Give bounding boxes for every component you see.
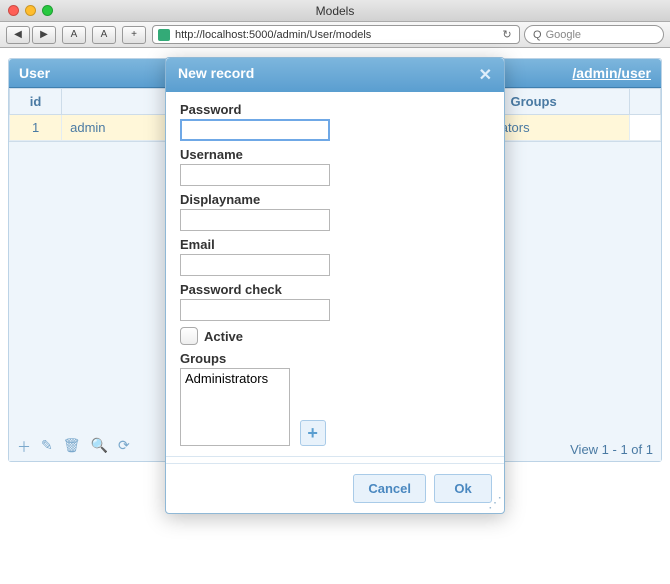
window-title: Models: [8, 4, 662, 18]
reload-icon[interactable]: ↻: [499, 28, 515, 41]
minimize-icon[interactable]: [25, 5, 36, 16]
search-placeholder: Google: [546, 29, 581, 41]
search-icon: Q: [533, 29, 542, 41]
cancel-button[interactable]: Cancel: [353, 474, 426, 503]
password-check-field[interactable]: [180, 299, 330, 321]
back-button[interactable]: ◀: [6, 26, 30, 44]
add-icon[interactable]: ＋: [17, 437, 31, 457]
email-label: Email: [180, 237, 490, 252]
edit-icon[interactable]: ✎: [41, 437, 53, 457]
window-controls: [8, 5, 53, 16]
panel-path-link[interactable]: /admin/user: [572, 65, 651, 81]
search-box[interactable]: Q Google: [524, 25, 664, 44]
divider: [166, 456, 504, 457]
delete-icon[interactable]: 🗑: [63, 437, 81, 457]
favicon-icon: [157, 28, 171, 42]
username-field[interactable]: [180, 164, 330, 186]
panel-title: User: [19, 65, 50, 81]
footer-info: View 1 - 1 of 1: [570, 442, 653, 457]
font-large-button[interactable]: A: [92, 26, 116, 44]
add-group-button[interactable]: +: [300, 420, 326, 446]
cell-id: 1: [10, 115, 62, 141]
groups-select[interactable]: Administrators: [180, 368, 290, 446]
close-icon[interactable]: ✕: [479, 65, 492, 85]
groups-label: Groups: [180, 351, 490, 366]
font-small-button[interactable]: A: [62, 26, 86, 44]
cell-blank: [629, 115, 660, 141]
active-checkbox[interactable]: [180, 327, 198, 345]
window-titlebar: Models: [0, 0, 670, 22]
url-bar[interactable]: http://localhost:5000/admin/User/models …: [152, 25, 520, 44]
displayname-label: Displayname: [180, 192, 490, 207]
col-blank: [629, 89, 660, 115]
password-field[interactable]: [180, 119, 330, 141]
refresh-icon[interactable]: ⟳: [118, 437, 130, 457]
password-check-label: Password check: [180, 282, 490, 297]
close-icon[interactable]: [8, 5, 19, 16]
modal-title: New record: [178, 65, 254, 85]
username-label: Username: [180, 147, 490, 162]
col-id[interactable]: id: [10, 89, 62, 115]
ok-button[interactable]: Ok: [434, 474, 492, 503]
active-label: Active: [204, 329, 243, 344]
browser-toolbar: ◀ ▶ A A + http://localhost:5000/admin/Us…: [0, 22, 670, 48]
add-tab-button[interactable]: +: [122, 26, 146, 44]
displayname-field[interactable]: [180, 209, 330, 231]
password-label: Password: [180, 102, 490, 117]
email-field[interactable]: [180, 254, 330, 276]
maximize-icon[interactable]: [42, 5, 53, 16]
new-record-modal: New record ✕ Password Username Displayna…: [165, 57, 505, 514]
search-tool-icon[interactable]: 🔍: [91, 437, 108, 457]
forward-button[interactable]: ▶: [32, 26, 56, 44]
groups-option[interactable]: Administrators: [185, 371, 285, 386]
resize-grip-icon[interactable]: ⋰: [488, 497, 502, 511]
url-text: http://localhost:5000/admin/User/models: [175, 29, 499, 41]
